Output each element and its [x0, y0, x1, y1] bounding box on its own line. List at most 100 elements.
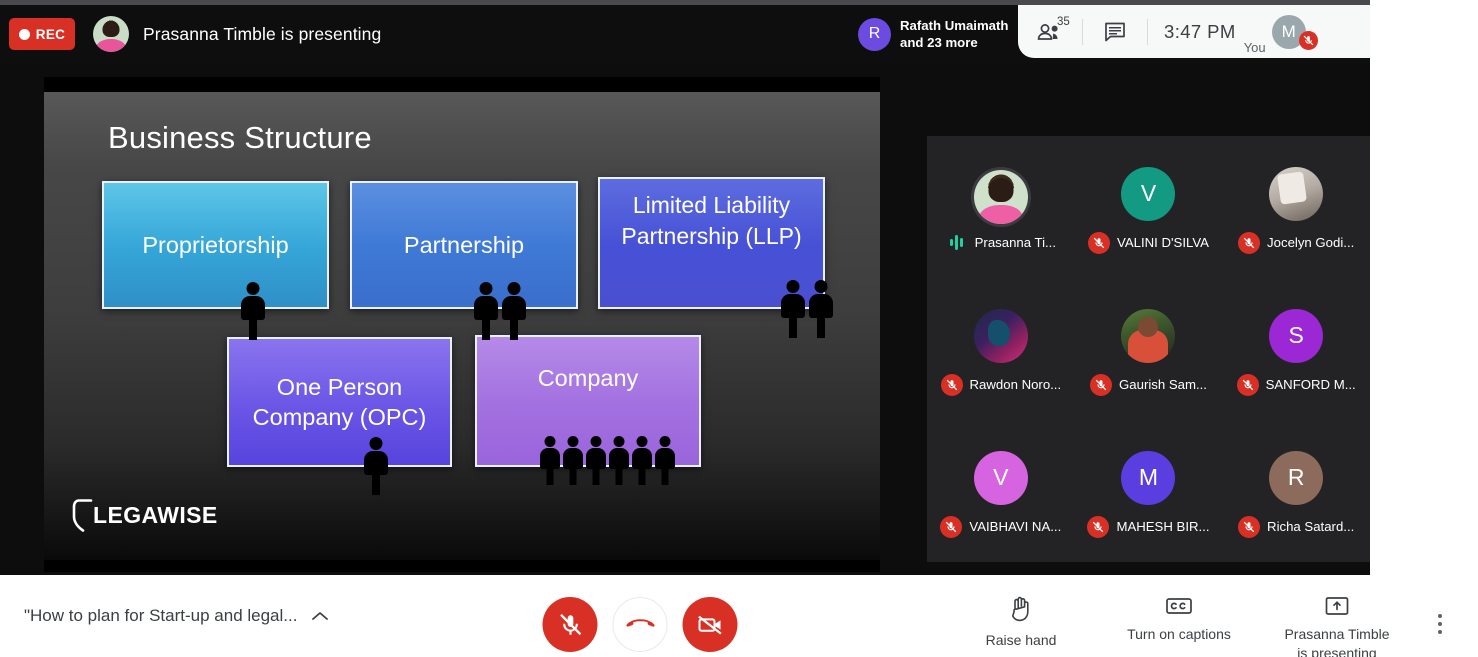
header-controls-pill: 35 3:47 PM You M	[1018, 5, 1370, 58]
more-options-button[interactable]	[1416, 599, 1464, 649]
mic-off-icon	[1236, 373, 1259, 396]
mic-active-icon	[946, 235, 968, 251]
avatar: R	[858, 17, 891, 51]
participant-grid: Prasanna Ti... V VALINI D'SILVA Jocelyn …	[927, 136, 1370, 562]
participant-tile[interactable]: V VALINI D'SILVA	[1075, 136, 1223, 278]
more-vertical-icon	[1438, 614, 1442, 634]
person-icon	[654, 436, 676, 485]
mic-off-icon	[1238, 515, 1261, 538]
participant-tile-footer: Rawdon Noro...	[940, 373, 1061, 396]
participant-tile[interactable]: S SANFORD M...	[1222, 278, 1370, 420]
mic-off-glyph	[1303, 35, 1314, 45]
participant-name: VALINI D'SILVA	[1117, 235, 1209, 250]
mic-off-icon	[1088, 231, 1111, 254]
participant-name: Jocelyn Godi...	[1267, 235, 1355, 250]
presenting-status-text: Prasanna Timble is presenting	[143, 23, 382, 44]
person-pictogram-group-partnership	[472, 282, 527, 340]
participant-summary-line1: Rafath Umaimath	[900, 18, 1009, 33]
present-now-button[interactable]: Prasanna Timble is presenting	[1258, 593, 1416, 657]
shield-icon	[72, 499, 93, 532]
hangup-icon	[625, 618, 655, 627]
slide-box-label: Company	[537, 365, 639, 391]
recording-indicator[interactable]: REC	[9, 18, 75, 50]
participant-tile-footer: SANFORD M...	[1236, 373, 1356, 396]
person-pictogram-group-llp	[779, 280, 834, 338]
captions-label: Turn on captions	[1127, 626, 1231, 642]
slide-box-proprietorship: Proprietorship	[102, 181, 329, 309]
mic-off-icon	[1238, 231, 1261, 254]
person-icon	[807, 280, 834, 338]
mic-off-glyph	[1243, 237, 1255, 248]
avatar: V	[1121, 166, 1176, 221]
mic-off-glyph	[1093, 521, 1104, 532]
participant-tile-footer: MAHESH BIR...	[1087, 515, 1210, 538]
participant-name: MAHESH BIR...	[1116, 519, 1210, 534]
person-pictogram-group-company	[539, 436, 676, 485]
meet-window: REC Prasanna Timble is presenting R Rafa…	[0, 0, 1478, 657]
call-controls	[542, 597, 738, 652]
chat-button[interactable]	[1083, 5, 1147, 58]
raise-hand-button[interactable]: Raise hand	[942, 593, 1100, 650]
participant-name: Gaurish Sam...	[1119, 377, 1207, 392]
person-icon	[631, 436, 653, 485]
participant-tile[interactable]: Prasanna Ti...	[927, 136, 1075, 278]
raise-hand-label: Raise hand	[985, 632, 1057, 648]
person-icon	[779, 280, 806, 338]
person-icon	[585, 436, 607, 485]
participant-tile[interactable]: Jocelyn Godi...	[1222, 136, 1370, 278]
show-everyone-button[interactable]: 35	[1018, 5, 1082, 58]
participant-summary-names: Rafath Umaimath and 23 more	[900, 17, 1008, 51]
person-pictogram-group-proprietorship	[239, 282, 266, 340]
participant-name: SANFORD M...	[1265, 377, 1356, 392]
avatar	[1269, 166, 1324, 221]
meeting-name-button[interactable]: "How to plan for Start-up and legal...	[24, 606, 329, 626]
presentation-slide: Business Structure Proprietorship Partne…	[44, 92, 880, 560]
captions-button[interactable]: Turn on captions	[1100, 593, 1258, 644]
camera-toggle-button[interactable]	[682, 597, 738, 652]
present-now-label-line2: is presenting	[1297, 645, 1377, 657]
person-pictogram-group-opc	[362, 437, 389, 495]
person-icon	[472, 282, 499, 340]
participant-tile[interactable]: M MAHESH BIR...	[1075, 420, 1223, 562]
participant-tile-footer: VALINI D'SILVA	[1088, 231, 1209, 254]
person-icon	[239, 282, 266, 340]
participant-tile[interactable]: Rawdon Noro...	[927, 278, 1075, 420]
participant-summary-chip[interactable]: R Rafath Umaimath and 23 more	[848, 9, 1026, 59]
camera-off-icon	[697, 615, 722, 634]
slide-title: Business Structure	[108, 120, 372, 155]
slide-box-opc: One Person Company (OPC)	[227, 337, 452, 467]
mic-off-glyph	[1093, 237, 1105, 248]
mic-off-glyph	[946, 379, 957, 390]
slide-box-label: Limited Liability Partnership (LLP)	[621, 192, 802, 249]
participant-tile[interactable]: R Richa Satard...	[1222, 420, 1370, 562]
raise-hand-icon	[1012, 596, 1029, 622]
mic-off-icon	[1087, 515, 1110, 538]
present-now-label: Prasanna Timble is presenting	[1284, 625, 1389, 657]
participant-tile[interactable]: Gaurish Sam...	[1075, 278, 1223, 420]
participant-tile[interactable]: V VAIBHAVI NA...	[927, 420, 1075, 562]
present-screen-icon	[1325, 597, 1349, 615]
microphone-toggle-button[interactable]	[542, 597, 598, 652]
recording-label: REC	[35, 26, 66, 42]
participant-tile-footer: VAIBHAVI NA...	[940, 515, 1062, 538]
self-avatar-group[interactable]: You M	[1244, 14, 1318, 55]
presentation-frame[interactable]: Business Structure Proprietorship Partne…	[44, 77, 880, 572]
meeting-name-label: "How to plan for Start-up and legal...	[24, 606, 298, 625]
record-dot-icon	[18, 28, 30, 40]
slide-box-label: Proprietorship	[142, 232, 289, 258]
presenter-avatar	[93, 16, 129, 52]
participant-name: VAIBHAVI NA...	[969, 519, 1062, 534]
legawise-logo: LEGAWISE	[72, 499, 218, 532]
end-call-button[interactable]	[612, 597, 668, 652]
avatar: M	[1121, 450, 1176, 505]
participant-tile-footer: Gaurish Sam...	[1090, 373, 1207, 396]
participant-count-badge: 35	[1057, 16, 1070, 28]
participant-name: Prasanna Ti...	[974, 235, 1057, 250]
bottom-toolbar: "How to plan for Start-up and legal... R…	[0, 575, 1478, 657]
slide-box-partnership: Partnership	[350, 181, 578, 309]
mic-off-icon	[940, 373, 963, 396]
self-label: You	[1243, 39, 1266, 55]
participant-tile-footer: Jocelyn Godi...	[1238, 231, 1355, 254]
participant-tile-footer: Richa Satard...	[1238, 515, 1354, 538]
participant-summary-line2: and 23 more	[900, 35, 978, 50]
